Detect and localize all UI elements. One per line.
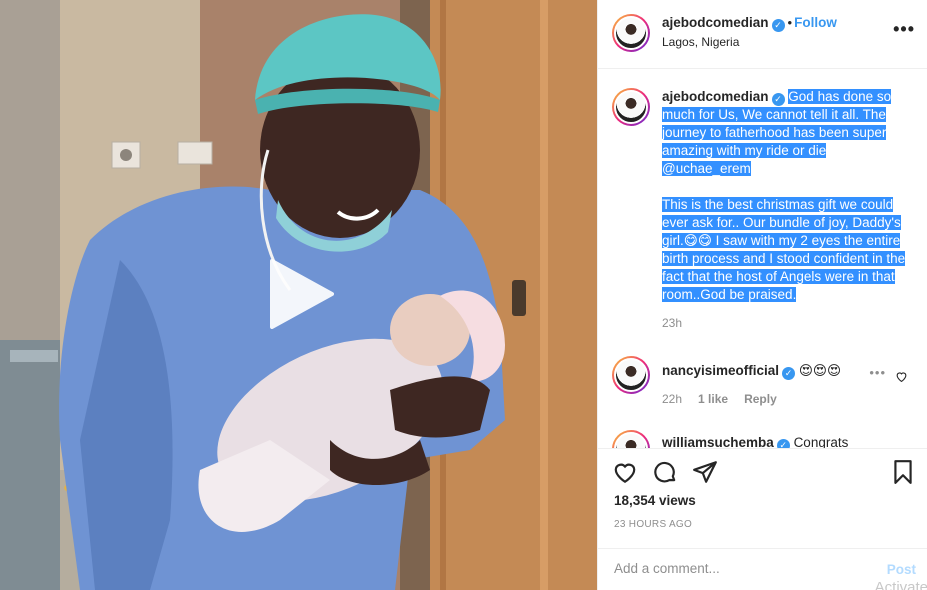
post-timestamp[interactable]: 23 HOURS AGO xyxy=(614,519,692,530)
comment-time[interactable]: 22h xyxy=(662,392,682,406)
play-icon[interactable] xyxy=(266,259,336,329)
caption-text-p2: This is the best christmas gift we could… xyxy=(662,197,906,302)
comment-composer: Post Activate xyxy=(598,548,927,590)
caption-avatar[interactable] xyxy=(612,88,650,126)
separator-dot: • xyxy=(787,15,793,30)
verified-badge-icon: ✓ xyxy=(771,93,785,106)
commenter-username[interactable]: nancyisimeofficial xyxy=(662,363,779,378)
follow-button[interactable]: Follow xyxy=(794,15,837,30)
more-options-icon[interactable]: ••• xyxy=(893,19,915,40)
verified-badge-icon: ✓ xyxy=(776,439,790,448)
activate-watermark: Activate xyxy=(874,579,927,590)
comment-like-heart-icon[interactable] xyxy=(895,370,908,383)
commenter-username[interactable]: williamsuchemba xyxy=(662,435,774,448)
comment-text: Congrats xyxy=(793,435,849,448)
view-count[interactable]: 18,354 views xyxy=(614,493,696,508)
action-bar: 18,354 views 23 HOURS AGO xyxy=(598,448,927,548)
comment-more-icon[interactable]: ••• xyxy=(869,365,886,380)
commenter-avatar[interactable] xyxy=(612,356,650,394)
post-comment-button[interactable]: Post xyxy=(887,562,916,577)
verified-badge-icon: ✓ xyxy=(782,367,796,380)
caption-username[interactable]: ajebodcomedian xyxy=(662,89,769,104)
post-media[interactable] xyxy=(0,0,597,590)
comment-text: 😍😍😍 xyxy=(798,363,842,378)
post-header: ajebodcomedian ✓ • Follow Lagos, Nigeria ••… xyxy=(598,0,927,69)
post-panel: ajebodcomedian ✓ • Follow Lagos, Nigeria ••… xyxy=(597,0,927,590)
reply-button[interactable]: Reply xyxy=(744,392,777,406)
comment-input[interactable] xyxy=(614,561,854,576)
share-icon[interactable] xyxy=(692,459,718,485)
post-location[interactable]: Lagos, Nigeria xyxy=(662,35,739,49)
author-avatar[interactable] xyxy=(612,14,650,52)
heart-icon[interactable] xyxy=(612,459,638,485)
comments-list[interactable]: ajebodcomedian ✓ God has done so much for… xyxy=(598,70,927,448)
author-username[interactable]: ajebodcomedian xyxy=(662,15,769,30)
commenter-avatar[interactable] xyxy=(612,430,650,448)
comment-likes[interactable]: 1 like xyxy=(698,392,728,406)
comment-icon[interactable] xyxy=(652,459,678,485)
verified-badge-icon: ✓ xyxy=(771,19,785,32)
caption-time[interactable]: 23h xyxy=(662,316,682,330)
bookmark-icon[interactable] xyxy=(890,459,916,485)
